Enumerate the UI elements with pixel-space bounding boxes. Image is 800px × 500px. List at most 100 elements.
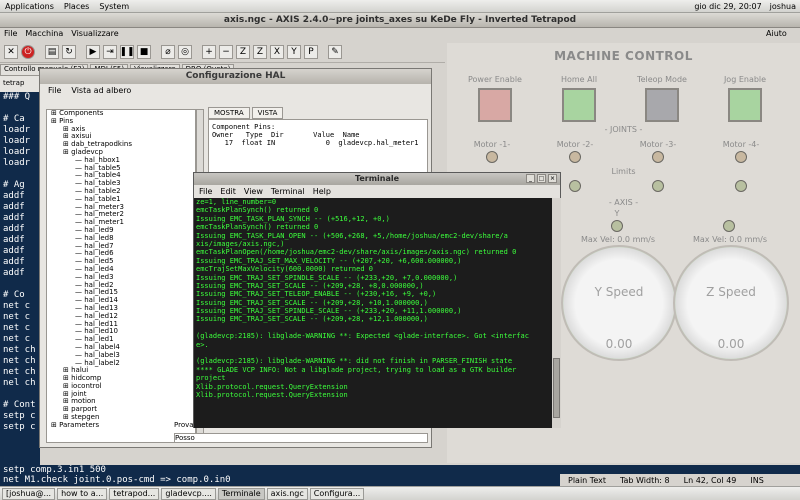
expander-icon[interactable]: ⊞ — [63, 374, 71, 382]
term-menu-file[interactable]: File — [199, 185, 212, 198]
estop-icon[interactable]: ✕ — [4, 44, 18, 59]
task-gladevcp[interactable]: gladevcp.... — [161, 487, 216, 500]
term-menu-view[interactable]: View — [244, 185, 263, 198]
hal-menu-file[interactable]: File — [48, 84, 61, 98]
terminal-output[interactable]: ze=1, line_number=0 emcTaskPlanSynch() re… — [194, 198, 552, 428]
tree-item[interactable]: ⊞ Parameters — [47, 421, 195, 430]
places-menu[interactable]: Places — [59, 2, 94, 11]
axis-titlebar[interactable]: axis.ngc - AXIS 2.4.0~pre joints_axes su… — [0, 13, 800, 28]
tree-item[interactable]: — hal_led13 — [47, 304, 195, 313]
tree-item[interactable]: — hal_label4 — [47, 343, 195, 352]
view-y-icon[interactable]: Y — [287, 44, 301, 59]
tree-item[interactable]: — hal_table2 — [47, 187, 195, 196]
user-menu[interactable]: joshua — [766, 2, 800, 11]
terminal-scrollbar[interactable] — [552, 198, 561, 428]
menu-visualizzare[interactable]: Visualizzare — [67, 28, 122, 40]
tab-mostra[interactable]: MOSTRA — [208, 107, 250, 119]
teleop-mode-button[interactable] — [645, 88, 679, 122]
block-delete-icon[interactable]: ⌀ — [161, 44, 175, 59]
editor-text[interactable]: ### Q # Ca loadr loadr loadr loadr # Ag addf add… — [0, 92, 40, 486]
tree-item[interactable]: — hal_meter1 — [47, 218, 195, 227]
tree-item[interactable]: ⊞ gladevcp — [47, 148, 195, 157]
open-file-icon[interactable]: ▤ — [45, 44, 59, 59]
expander-icon[interactable]: ⊞ — [63, 148, 71, 156]
step-icon[interactable]: ⇥ — [103, 44, 117, 59]
applications-menu[interactable]: Applications — [0, 2, 59, 11]
task-configurazione[interactable]: Configura... — [309, 487, 365, 500]
tree-item[interactable]: — hal_led4 — [47, 265, 195, 274]
expander-icon[interactable]: ⊞ — [63, 125, 71, 133]
tree-item[interactable]: — hal_led12 — [47, 312, 195, 321]
expander-icon[interactable]: ⊞ — [63, 140, 71, 148]
view-z2-icon[interactable]: Z — [253, 44, 267, 59]
menu-macchina[interactable]: Macchina — [21, 28, 67, 40]
tree-item[interactable]: — hal_led6 — [47, 249, 195, 258]
zoom-in-icon[interactable]: + — [202, 44, 216, 59]
tab-vista[interactable]: VISTA — [251, 107, 284, 119]
expander-icon[interactable]: ⊞ — [51, 421, 59, 429]
expander-icon[interactable]: ⊞ — [63, 390, 71, 398]
editor-tab[interactable]: tetrap — [0, 76, 40, 92]
home-all-button[interactable] — [562, 88, 596, 122]
tree-item[interactable]: — hal_led9 — [47, 226, 195, 235]
power-enable-button[interactable] — [478, 88, 512, 122]
tree-item[interactable]: — hal_led14 — [47, 296, 195, 305]
tree-item[interactable]: — hal_led1 — [47, 335, 195, 344]
menu-help[interactable]: Aiuto — [766, 29, 787, 38]
clock[interactable]: gio dic 29, 20:07 — [690, 2, 765, 11]
task-axis[interactable]: axis.ngc — [266, 487, 308, 500]
status-mode[interactable]: Plain Text — [568, 476, 606, 485]
jog-enable-button[interactable] — [728, 88, 762, 122]
tree-item[interactable]: — hal_led5 — [47, 257, 195, 266]
task-terminal-joshua[interactable]: [joshua@... — [2, 487, 56, 500]
maximize-icon[interactable]: □ — [537, 174, 546, 183]
tree-item[interactable]: — hal_led8 — [47, 234, 195, 243]
expander-icon[interactable]: ⊞ — [51, 110, 59, 117]
menu-file[interactable]: File — [0, 28, 21, 40]
hal-tree[interactable]: ⊞ Components ⊞ Pins ⊞ axis ⊞ axisui ⊞ dab_te… — [46, 109, 196, 443]
hal-titlebar[interactable]: Configurazione HAL — [40, 69, 431, 84]
run-icon[interactable]: ▶ — [86, 44, 100, 59]
tree-item[interactable]: — hal_label3 — [47, 351, 195, 360]
view-z-icon[interactable]: Z — [236, 44, 250, 59]
expander-icon[interactable]: ⊞ — [63, 382, 71, 390]
tree-item[interactable]: — hal_led2 — [47, 281, 195, 290]
close-icon[interactable]: × — [548, 174, 557, 183]
power-icon[interactable]: ⏻ — [21, 44, 35, 59]
term-menu-terminal[interactable]: Terminal — [271, 185, 305, 198]
expander-icon[interactable]: ⊞ — [63, 397, 71, 406]
clear-plot-icon[interactable]: ✎ — [328, 44, 342, 59]
reload-icon[interactable]: ↻ — [62, 44, 76, 59]
tree-item[interactable]: — hal_led11 — [47, 320, 195, 329]
tree-item[interactable]: — hal_led3 — [47, 273, 195, 282]
task-tetrapod[interactable]: tetrapod... — [109, 487, 160, 500]
view-p-icon[interactable]: P — [304, 44, 318, 59]
terminal-titlebar[interactable]: Terminale _ □ × — [194, 173, 560, 185]
minimize-icon[interactable]: _ — [526, 174, 535, 183]
system-menu[interactable]: System — [94, 2, 134, 11]
term-menu-edit[interactable]: Edit — [220, 185, 236, 198]
expander-icon[interactable]: ⊞ — [63, 413, 71, 421]
tree-item[interactable]: — hal_table5 — [47, 164, 195, 173]
hal-command-input[interactable]: Posso — [174, 433, 428, 443]
pause-icon[interactable]: ❚❚ — [119, 44, 135, 59]
tree-item[interactable]: — hal_hbox1 — [47, 156, 195, 165]
tree-item[interactable]: — hal_table3 — [47, 179, 195, 188]
expander-icon[interactable]: ⊞ — [51, 117, 59, 125]
hal-menu-tree[interactable]: Vista ad albero — [71, 84, 131, 98]
tree-item[interactable]: — hal_led7 — [47, 242, 195, 251]
term-menu-help[interactable]: Help — [313, 185, 331, 198]
optional-stop-icon[interactable]: ◎ — [178, 44, 192, 59]
task-browser[interactable]: how to a... — [57, 487, 108, 500]
expander-icon[interactable]: ⊞ — [63, 405, 71, 413]
tree-item[interactable]: — hal_led10 — [47, 327, 195, 336]
stop-icon[interactable]: ■ — [137, 44, 151, 59]
terminal-scroll-thumb[interactable] — [553, 358, 560, 418]
view-x-icon[interactable]: X — [270, 44, 284, 59]
task-terminale[interactable]: Terminale — [217, 487, 265, 500]
expander-icon[interactable]: ⊞ — [63, 132, 71, 140]
status-tab-width[interactable]: Tab Width: 8 — [620, 476, 670, 485]
zoom-out-icon[interactable]: − — [219, 44, 233, 59]
tree-item[interactable]: — hal_table4 — [47, 171, 195, 180]
tree-item[interactable]: — hal_led15 — [47, 288, 195, 297]
